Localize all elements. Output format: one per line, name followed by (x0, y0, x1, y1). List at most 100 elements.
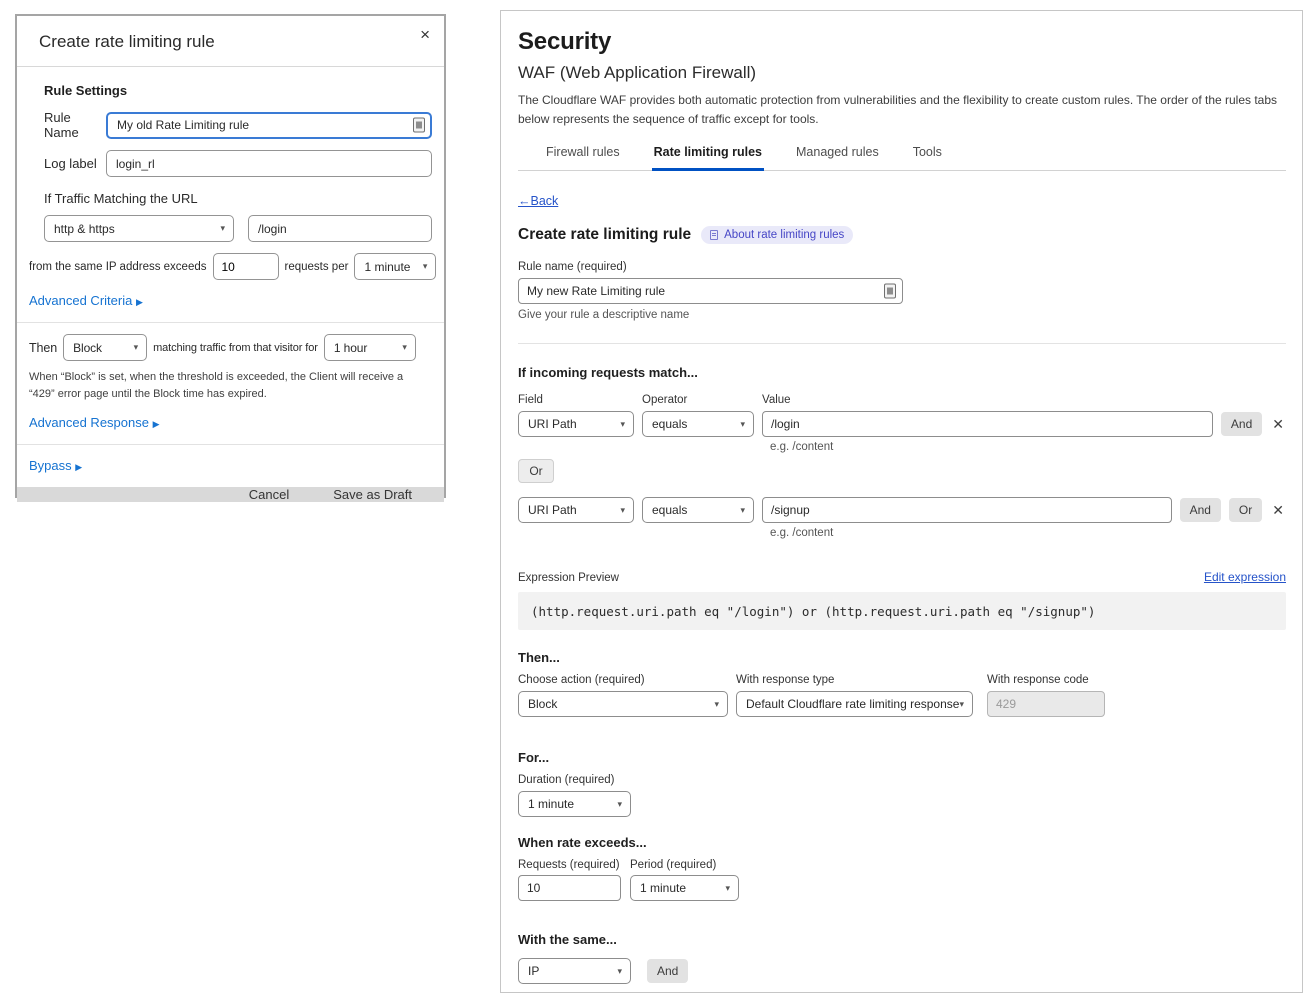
edit-expression-link[interactable]: Edit expression (1204, 570, 1286, 584)
threshold-middle-text: requests per (285, 261, 349, 273)
expression-preview-label: Expression Preview (518, 572, 619, 584)
scheme-url-row: http & https ▾ (44, 215, 432, 242)
duration-value: 1 minute (528, 797, 574, 811)
waf-subtitle: WAF (Web Application Firewall) (518, 63, 1286, 83)
threshold-prefix-text: from the same IP address exceeds (29, 261, 207, 273)
chevron-down-icon: ▾ (402, 343, 406, 352)
value-input[interactable] (762, 411, 1213, 437)
remove-row-icon[interactable]: ✕ (1270, 502, 1286, 519)
operator-select[interactable]: equals ▾ (642, 497, 754, 523)
chevron-down-icon: ▾ (620, 420, 625, 429)
url-input[interactable] (248, 215, 432, 242)
tab-tools[interactable]: Tools (911, 141, 944, 171)
block-duration-value: 1 hour (334, 341, 367, 355)
period-value: 1 minute (640, 881, 686, 895)
period-select-value: 1 minute (364, 260, 410, 274)
choose-action-select[interactable]: Block ▾ (518, 691, 728, 717)
log-label-input[interactable] (106, 150, 432, 177)
cancel-button[interactable]: Cancel (249, 487, 289, 502)
back-link[interactable]: ←Back (518, 194, 558, 208)
page-title: Security (518, 28, 1286, 56)
action-select-value: Block (73, 341, 102, 355)
about-rate-limiting-badge[interactable]: About rate limiting rules (701, 226, 853, 244)
expression-code: (http.request.uri.path eq "/login") or (… (531, 604, 1095, 619)
chevron-down-icon: ▾ (714, 700, 719, 709)
and-characteristic-button[interactable]: And (647, 959, 688, 983)
or-connector-button[interactable]: Or (518, 459, 554, 483)
waf-description: The Cloudflare WAF provides both automat… (518, 91, 1286, 128)
bypass-section: Bypass ▶ (17, 445, 444, 487)
divider (518, 343, 1286, 344)
expand-arrow-icon: ▶ (153, 419, 160, 429)
log-label-label: Log label (44, 156, 106, 171)
dialog-footer: Cancel Save as Draft (17, 487, 444, 502)
rule-name-input[interactable] (106, 112, 432, 139)
rule-settings-heading: Rule Settings (44, 83, 432, 98)
requests-label: Requests (required) (518, 859, 630, 871)
security-waf-panel: Security WAF (Web Application Firewall) … (500, 10, 1303, 993)
chevron-down-icon: ▾ (617, 800, 622, 809)
expression-preview-row: Expression Preview Edit expression (518, 570, 1286, 584)
response-code-input (987, 691, 1105, 717)
close-icon[interactable]: × (420, 26, 430, 43)
create-rate-limiting-rule-dialog: Create rate limiting rule × Rule Setting… (15, 14, 446, 498)
response-type-label: With response type (736, 674, 973, 686)
scheme-select[interactable]: http & https ▾ (44, 215, 234, 242)
duration-select[interactable]: 1 minute ▾ (518, 791, 631, 817)
back-label: Back (531, 194, 559, 208)
characteristic-select[interactable]: IP ▾ (518, 958, 631, 984)
then-columns: Choose action (required) Block ▾ With re… (518, 674, 1286, 717)
rule-name-row: Rule Name (44, 110, 432, 140)
dialog-header: Create rate limiting rule × (17, 16, 444, 67)
rule-name-label: Rule name (required) (518, 261, 1286, 273)
screenshot-canvas: Create rate limiting rule × Rule Setting… (0, 0, 1316, 1003)
requests-input[interactable] (518, 875, 621, 901)
response-type-select[interactable]: Default Cloudflare rate limiting respons… (736, 691, 973, 717)
threshold-row: from the same IP address exceeds request… (29, 253, 432, 280)
tab-rate-limiting-rules[interactable]: Rate limiting rules (652, 141, 764, 171)
url-input-wrap (248, 215, 432, 242)
period-label: Period (required) (630, 859, 716, 871)
block-duration-select[interactable]: 1 hour ▾ (324, 334, 416, 361)
or-button[interactable]: Or (1229, 498, 1262, 522)
chevron-down-icon: ▾ (725, 884, 730, 893)
save-as-draft-button[interactable]: Save as Draft (333, 487, 412, 502)
operator-select-value: equals (652, 503, 687, 517)
expression-code-box: (http.request.uri.path eq "/login") or (… (518, 592, 1286, 630)
rule-settings-section: Rule Settings Rule Name Log label If Tra… (17, 67, 444, 322)
block-note-text: When “Block” is set, when the threshold … (29, 369, 429, 402)
duration-label: Duration (required) (518, 774, 1286, 786)
same-section-heading: With the same... (518, 932, 1286, 947)
field-select[interactable]: URI Path ▾ (518, 497, 634, 523)
field-column-label: Field (518, 394, 642, 406)
field-select[interactable]: URI Path ▾ (518, 411, 634, 437)
and-button[interactable]: And (1180, 498, 1221, 522)
operator-select[interactable]: equals ▾ (642, 411, 754, 437)
bypass-link[interactable]: Bypass ▶ (29, 458, 82, 473)
autofill-icon (884, 284, 896, 299)
tab-firewall-rules[interactable]: Firewall rules (544, 141, 622, 171)
create-rule-heading-row: Create rate limiting rule About rate lim… (518, 226, 1286, 244)
action-select[interactable]: Block ▾ (63, 334, 147, 361)
period-select[interactable]: 1 minute ▾ (630, 875, 739, 901)
choose-action-label: Choose action (required) (518, 674, 728, 686)
and-button[interactable]: And (1221, 412, 1262, 436)
autofill-icon (413, 118, 425, 133)
tab-managed-rules[interactable]: Managed rules (794, 141, 881, 171)
response-type-value: Default Cloudflare rate limiting respons… (746, 697, 959, 711)
advanced-criteria-label: Advanced Criteria (29, 293, 132, 308)
requests-count-input[interactable] (213, 253, 279, 280)
choose-action-value: Block (528, 697, 557, 711)
rule-name-input[interactable] (518, 278, 903, 304)
period-select[interactable]: 1 minute ▾ (354, 253, 436, 280)
rule-name-label: Rule Name (44, 110, 106, 140)
dialog-title: Create rate limiting rule (39, 32, 424, 52)
operator-select-value: equals (652, 417, 687, 431)
value-input[interactable] (762, 497, 1172, 523)
value-helper-text: e.g. /content (770, 527, 1286, 539)
create-rule-heading: Create rate limiting rule (518, 226, 691, 244)
remove-row-icon[interactable]: ✕ (1270, 416, 1286, 433)
choose-action-column: Choose action (required) Block ▾ (518, 674, 728, 717)
advanced-criteria-link[interactable]: Advanced Criteria ▶ (29, 293, 143, 308)
advanced-response-link[interactable]: Advanced Response ▶ (29, 415, 160, 430)
